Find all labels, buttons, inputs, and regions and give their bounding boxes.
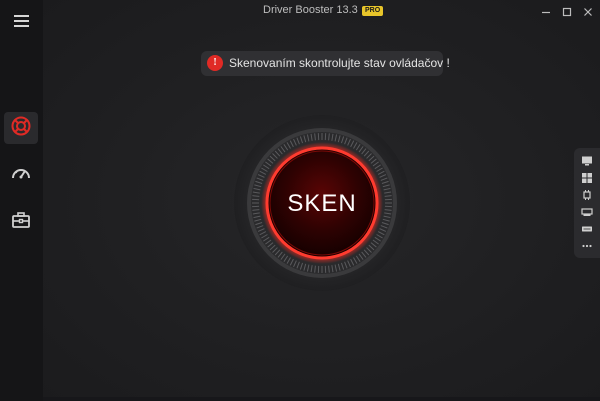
scan-label: SKEN bbox=[287, 190, 357, 217]
close-icon bbox=[583, 2, 593, 21]
tray-network-card[interactable] bbox=[580, 205, 594, 219]
tray-more[interactable] bbox=[580, 239, 594, 253]
sidebar-item-boost[interactable] bbox=[4, 160, 38, 192]
toolbox-icon bbox=[10, 209, 32, 235]
title-bar: Driver Booster 13.3 PRO bbox=[43, 0, 600, 22]
notice-text: Skenovaním skontrolujte stav ovládačov ! bbox=[229, 56, 450, 70]
app-window: Driver Booster 13.3 PRO ! Skenovaním sko… bbox=[0, 0, 600, 401]
pro-badge: PRO bbox=[362, 6, 384, 16]
scan-notice: ! Skenovaním skontrolujte stav ovládačov… bbox=[201, 51, 450, 76]
close-button[interactable] bbox=[579, 2, 597, 20]
speedometer-icon bbox=[10, 163, 32, 189]
bottom-edge bbox=[43, 397, 600, 401]
sidebar bbox=[0, 0, 43, 401]
tray-windows[interactable] bbox=[580, 171, 594, 185]
sidebar-item-scan[interactable] bbox=[4, 112, 38, 144]
info-icon: ! bbox=[207, 55, 223, 71]
hamburger-icon bbox=[4, 6, 38, 38]
lifebuoy-icon bbox=[10, 115, 32, 141]
app-title: Driver Booster 13.3 bbox=[263, 4, 358, 16]
menu-button[interactable] bbox=[4, 6, 38, 38]
minimize-icon bbox=[541, 2, 551, 21]
tray-chip[interactable] bbox=[580, 188, 594, 202]
device-tray bbox=[574, 148, 600, 258]
minimize-button[interactable] bbox=[537, 2, 555, 20]
sidebar-item-toolbox[interactable] bbox=[4, 206, 38, 238]
maximize-button[interactable] bbox=[558, 2, 576, 20]
maximize-icon bbox=[562, 2, 572, 21]
tray-monitor[interactable] bbox=[580, 154, 594, 168]
tray-keyboard[interactable] bbox=[580, 222, 594, 236]
scan-button[interactable]: SKEN bbox=[233, 114, 411, 292]
more-icon bbox=[581, 237, 593, 256]
